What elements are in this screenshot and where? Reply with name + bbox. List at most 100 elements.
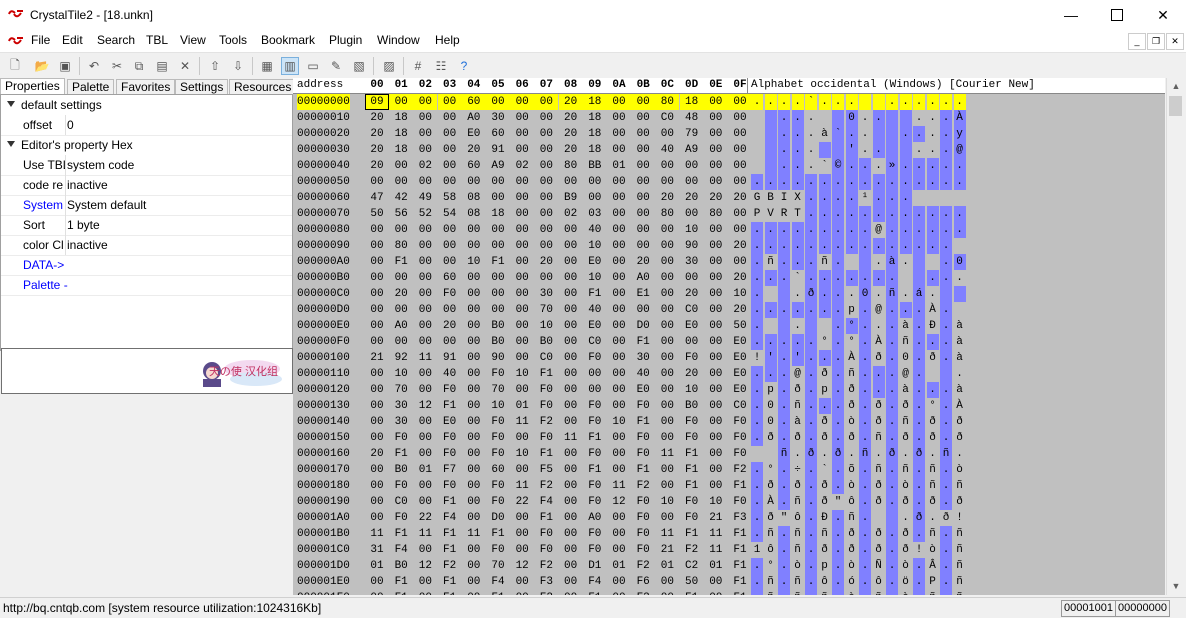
hex-char[interactable]: . (832, 286, 844, 302)
hex-byte[interactable]: 20 (365, 142, 389, 158)
hex-char[interactable]: . (751, 254, 763, 270)
hex-byte[interactable]: 11 (510, 414, 534, 430)
hex-char[interactable] (913, 270, 925, 286)
prop-row-palette[interactable]: Palette - (1, 275, 292, 296)
hex-byte[interactable]: 00 (486, 302, 510, 318)
hex-char[interactable]: . (751, 558, 763, 574)
hex-byte[interactable]: 00 (607, 430, 631, 446)
hex-char[interactable]: . (751, 398, 763, 414)
hex-char[interactable]: ! (751, 350, 763, 366)
hex-byte[interactable]: 00 (413, 574, 437, 590)
hex-byte[interactable]: 10 (583, 238, 607, 254)
hex-char[interactable] (859, 94, 871, 110)
hex-byte[interactable]: 18 (486, 206, 510, 222)
hex-char[interactable]: . (778, 574, 790, 590)
hex-byte[interactable]: 00 (413, 590, 437, 595)
hex-byte[interactable]: 00 (510, 510, 534, 526)
hex-byte[interactable]: A0 (583, 510, 607, 526)
hex-char[interactable]: . (873, 158, 885, 174)
hex-byte[interactable]: 00 (462, 350, 486, 366)
hex-byte[interactable]: 91 (486, 142, 510, 158)
hex-byte[interactable]: 02 (559, 206, 583, 222)
hex-byte[interactable]: 00 (655, 334, 679, 350)
hex-char[interactable]: ð (927, 414, 939, 430)
hex-char[interactable]: . (805, 478, 817, 494)
hex-byte[interactable]: E0 (728, 350, 752, 366)
hex-char[interactable]: . (859, 334, 871, 350)
hex-byte[interactable]: F0 (583, 478, 607, 494)
hex-byte[interactable]: F4 (389, 542, 413, 558)
hex-byte[interactable]: F0 (534, 526, 558, 542)
hex-char[interactable]: . (913, 590, 925, 595)
hex-char[interactable]: ó (846, 574, 858, 590)
hex-byte[interactable]: 00 (413, 302, 437, 318)
hex-byte[interactable]: 00 (510, 574, 534, 590)
hex-byte[interactable]: 18 (583, 126, 607, 142)
hex-char[interactable]: . (940, 398, 952, 414)
hex-char[interactable]: Ð (927, 318, 939, 334)
hex-byte[interactable]: 00 (655, 238, 679, 254)
hex-byte[interactable]: 00 (655, 462, 679, 478)
hex-byte[interactable]: 00 (413, 542, 437, 558)
tab-palette[interactable]: Palette (67, 79, 115, 94)
hex-char[interactable]: . (832, 334, 844, 350)
hex-char[interactable]: ñ (954, 590, 966, 595)
hex-char[interactable]: . (845, 158, 858, 174)
hex-char[interactable] (764, 158, 777, 174)
hex-byte[interactable]: 00 (704, 302, 728, 318)
hex-byte[interactable]: 31 (365, 542, 389, 558)
hex-byte[interactable]: 22 (413, 510, 437, 526)
hex-byte[interactable]: 00 (510, 430, 534, 446)
hex-char[interactable]: . (927, 126, 939, 142)
hex-byte[interactable]: F1 (631, 414, 655, 430)
hex-char[interactable]: . (913, 318, 925, 334)
hex-row[interactable]: 00000010 20 18 00 00 A0 30 00 00 20 18 00 00 C0 48 00 00… (293, 110, 1165, 126)
hex-byte[interactable]: 00 (559, 414, 583, 430)
hex-char[interactable]: . (940, 334, 952, 350)
hex-char[interactable] (751, 126, 763, 142)
menu-edit[interactable]: Edit (62, 33, 83, 47)
hex-char[interactable]: . (913, 142, 925, 158)
hex-byte[interactable]: 00 (704, 574, 728, 590)
hex-byte[interactable]: F4 (438, 510, 462, 526)
prop-row-use-tbl[interactable]: Use TBL system code (1, 155, 292, 176)
hex-char[interactable]: . (778, 558, 790, 574)
hex-char[interactable]: 0 (953, 254, 966, 270)
hex-byte[interactable]: 00 (680, 270, 704, 286)
hex-char[interactable]: . (805, 542, 817, 558)
hex-byte[interactable]: 00 (510, 238, 534, 254)
hex-char[interactable]: . (859, 318, 871, 334)
hex-char[interactable]: 0 (900, 350, 912, 366)
hex-char[interactable]: ò (927, 542, 939, 558)
hex-byte[interactable]: 18 (389, 110, 413, 126)
hex-char[interactable]: . (886, 334, 898, 350)
hex-byte[interactable]: 00 (438, 238, 462, 254)
hex-char[interactable]: . (913, 206, 925, 222)
hex-byte[interactable]: 00 (607, 398, 631, 414)
hex-byte[interactable]: 18 (679, 94, 704, 110)
hex-char[interactable]: . (859, 222, 871, 238)
hex-char[interactable]: À (765, 494, 777, 510)
hex-byte[interactable]: 00 (559, 350, 583, 366)
hex-char[interactable]: . (832, 510, 844, 526)
hex-byte[interactable]: 09 (365, 94, 389, 110)
hex-byte[interactable]: 12 (413, 558, 437, 574)
hex-byte[interactable]: 00 (607, 542, 631, 558)
hex-byte[interactable]: 00 (704, 110, 728, 126)
hex-char[interactable] (927, 190, 939, 206)
text-view-icon[interactable]: ▭ (304, 57, 322, 75)
hex-byte[interactable]: F0 (631, 526, 655, 542)
hex-char[interactable]: ð (954, 494, 966, 510)
hex-char[interactable]: . (778, 414, 790, 430)
hex-char[interactable]: . (818, 286, 831, 302)
hex-char[interactable] (832, 142, 844, 158)
hex-char[interactable]: . (913, 222, 925, 238)
hex-char[interactable]: ð (873, 494, 885, 510)
hex-char[interactable]: . (913, 366, 925, 382)
hex-char[interactable]: À (954, 398, 966, 414)
hex-byte[interactable]: 00 (462, 446, 486, 462)
hex-char[interactable]: ð (819, 430, 831, 446)
hex-byte[interactable]: 92 (389, 350, 413, 366)
hex-byte[interactable]: 00 (655, 510, 679, 526)
hex-char[interactable] (818, 142, 831, 158)
